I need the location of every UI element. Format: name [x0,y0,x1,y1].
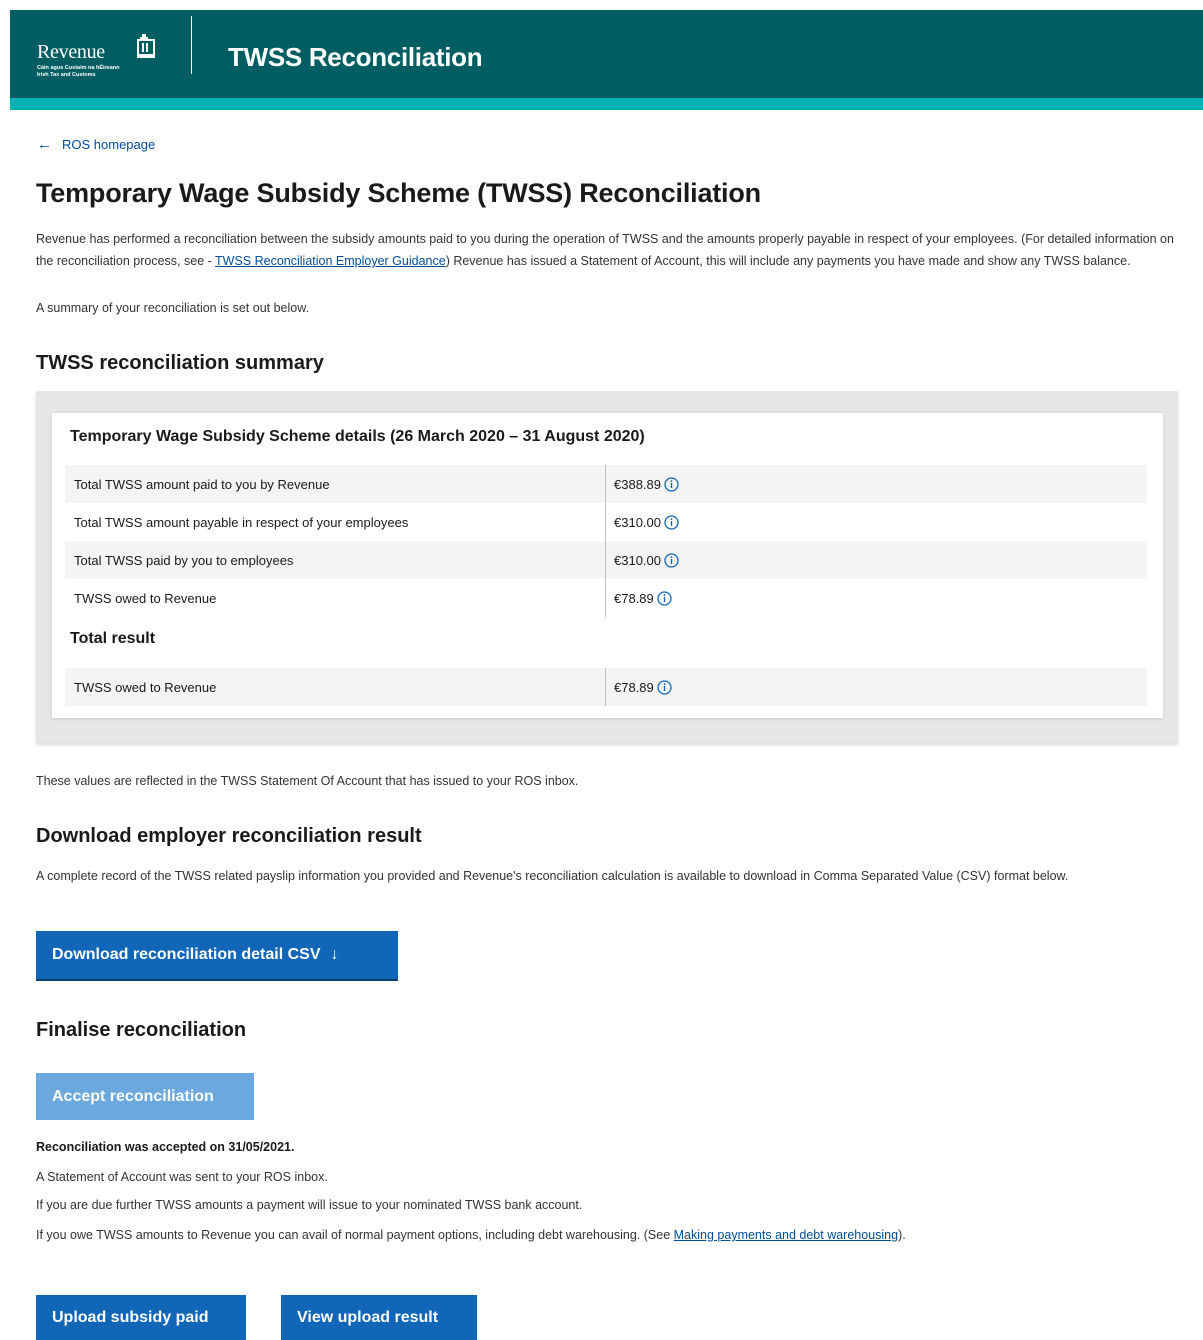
row-value: €78.89 [614,679,654,695]
summary-card: Temporary Wage Subsidy Scheme details (2… [52,413,1163,718]
info-circle-icon[interactable] [657,679,672,695]
total-result-title: Total result [70,630,156,647]
row-value-cell: €78.89 [606,591,672,606]
header-divider [191,16,192,74]
row-value-cell: €388.89 [606,477,679,492]
header-accent-strip [10,98,1203,110]
row-value: €310.00 [614,514,661,530]
revenue-logo[interactable]: Revenue Cáin agus Custaim na hÉireann Ir… [37,28,169,88]
info-circle-icon[interactable] [657,590,672,606]
back-link-label: ROS homepage [62,137,156,152]
accept-reconciliation-button[interactable]: Accept reconciliation [36,1073,254,1120]
info-circle-icon[interactable] [664,552,679,568]
row-label: Total TWSS amount paid to you by Revenue [65,465,606,503]
row-value: €388.89 [614,476,661,492]
intro-text-end: ) Revenue has issued a Statement of Acco… [445,254,1131,268]
row-label: TWSS owed to Revenue [65,668,606,706]
accepted-status: Reconciliation was accepted on 31/05/202… [36,1140,295,1154]
app-title: TWSS Reconciliation [228,42,483,72]
owe-note-text-end: ). [898,1228,906,1242]
summary-panel: Temporary Wage Subsidy Scheme details (2… [36,391,1178,743]
row-value: €78.89 [614,590,654,606]
summary-heading: TWSS reconciliation summary [36,352,324,374]
statement-sent-note: A Statement of Account was sent to your … [36,1170,328,1184]
summary-row: Total TWSS amount paid to you by Revenue… [65,465,1147,503]
view-upload-result-button[interactable]: View upload result [281,1295,477,1340]
row-value-cell: €78.89 [606,680,672,695]
download-description: A complete record of the TWSS related pa… [36,869,1069,883]
row-label: Total TWSS paid by you to employees [65,541,606,579]
row-label: Total TWSS amount payable in respect of … [65,503,606,541]
total-result-row: TWSS owed to Revenue €78.89 [65,668,1147,706]
download-heading: Download employer reconciliation result [36,825,422,847]
info-circle-icon[interactable] [664,514,679,530]
download-csv-button[interactable]: Download reconciliation detail CSV ↓ [36,931,398,979]
download-csv-label: Download reconciliation detail CSV [52,946,321,963]
finalise-heading: Finalise reconciliation [36,1019,247,1041]
owe-amounts-note: If you owe TWSS amounts to Revenue you c… [36,1228,906,1242]
payment-due-note: If you are due further TWSS amounts a pa… [36,1198,583,1212]
row-label: TWSS owed to Revenue [65,579,606,617]
ros-homepage-link[interactable]: ← ROS homepage [37,136,155,153]
row-value-cell: €310.00 [606,515,679,530]
employer-guidance-link[interactable]: TWSS Reconciliation Employer Guidance [215,254,446,268]
logo-subtitle-english: Irish Tax and Customs [37,72,96,78]
payments-debt-warehousing-link[interactable]: Making payments and debt warehousing [674,1228,898,1242]
statement-note: These values are reflected in the TWSS S… [36,774,579,788]
arrow-left-icon: ← [37,136,52,153]
upload-subsidy-paid-button[interactable]: Upload subsidy paid [36,1295,246,1340]
harp-icon [135,34,157,65]
summary-row: TWSS owed to Revenue €78.89 [65,579,1147,617]
page-title: Temporary Wage Subsidy Scheme (TWSS) Rec… [36,178,761,208]
summary-row: Total TWSS paid by you to employees €310… [65,541,1147,579]
row-value: €310.00 [614,552,661,568]
arrow-down-icon: ↓ [330,946,339,963]
info-circle-icon[interactable] [664,476,679,492]
summary-intro-text: A summary of your reconciliation is set … [36,301,310,315]
logo-subtitle-irish: Cáin agus Custaim na hÉireann [37,65,120,71]
site-header: Revenue Cáin agus Custaim na hÉireann Ir… [10,10,1203,98]
summary-row: Total TWSS amount payable in respect of … [65,503,1147,541]
logo-wordmark: Revenue [37,41,105,63]
row-value-cell: €310.00 [606,553,679,568]
scheme-details-title: Temporary Wage Subsidy Scheme details (2… [70,428,645,445]
owe-note-text-start: If you owe TWSS amounts to Revenue you c… [36,1228,674,1242]
intro-paragraph: Revenue has performed a reconciliation b… [36,228,1186,272]
